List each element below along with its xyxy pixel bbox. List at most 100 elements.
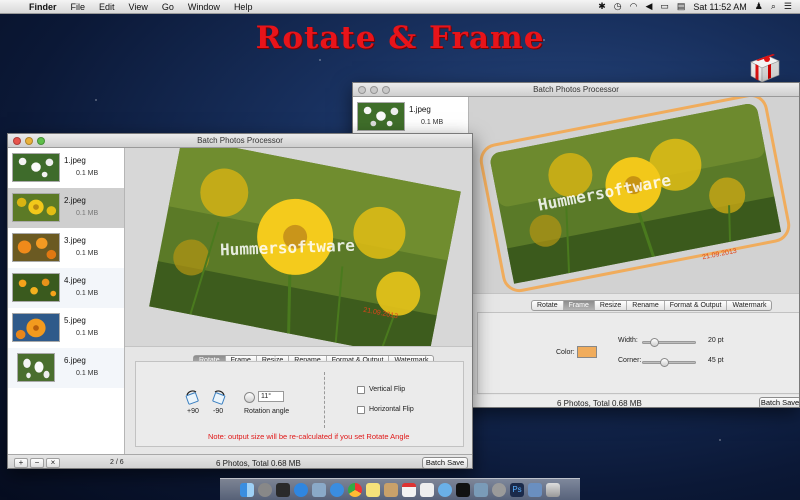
tab-format-output[interactable]: Format & Output [665,301,728,310]
front-window-titlebar[interactable]: Batch Photos Processor [8,134,472,148]
front-photo-list[interactable]: 1.jpeg 0.1 MB 2.jpeg 0.1 MB 3.jpeg 0.1 M… [8,148,125,454]
photo-size: 0.1 MB [76,170,99,177]
batch-save-button[interactable]: Batch Save [422,457,468,468]
tab-watermark[interactable]: Watermark [727,301,771,310]
width-slider-knob[interactable] [650,338,659,347]
minus90-label: -90 [213,408,224,415]
corner-slider-track[interactable] [642,361,696,364]
tab-frame[interactable]: Frame [563,301,595,310]
calendar-dock-icon[interactable] [402,482,416,497]
menu-window[interactable]: Window [181,2,227,12]
list-item[interactable]: 6.jpeg 0.1 MB [8,348,124,388]
promo-title: Rotate & Frame [255,20,545,56]
list-item[interactable]: 1.jpeg 0.1 MB [8,148,124,188]
user-icon[interactable]: ♟ [755,1,763,12]
corner-slider-knob[interactable] [660,358,669,367]
notification-center-icon[interactable]: ☰ [784,1,792,12]
time-machine-icon[interactable]: ◷ [614,1,622,12]
photo-size: 0.1 MB [421,119,444,126]
list-item[interactable]: 3.jpeg 0.1 MB [8,228,124,268]
mail-dock-icon[interactable] [312,482,326,497]
downloads-dock-icon[interactable] [528,482,542,497]
frame-color-well[interactable] [577,346,597,358]
terminal-dock-icon[interactable] [456,482,470,497]
photo-thumbnail [12,233,60,262]
wifi-icon[interactable]: ◠ [630,1,638,12]
dock: Ps [220,478,580,500]
preview-dock-icon[interactable] [474,482,488,497]
app-store-dock-icon[interactable] [294,482,308,497]
back-window-title: Batch Photos Processor [533,85,619,94]
horizontal-flip-checkbox[interactable] [357,406,365,414]
photo-thumbnail [12,153,60,182]
menu-clock[interactable]: Sat 11:52 AM [693,2,746,12]
volume-icon[interactable]: ◀ [645,1,652,12]
photo-size: 0.1 MB [76,370,99,377]
itunes-dock-icon[interactable] [438,482,452,497]
zoom-button[interactable] [37,137,45,145]
reminders-dock-icon[interactable] [420,482,434,497]
photo-name: 4.jpeg [64,276,86,285]
zoom-button[interactable] [382,86,390,94]
menu-edit[interactable]: Edit [92,2,122,12]
mission-control-dock-icon[interactable] [276,482,290,497]
photo-size: 0.1 MB [76,250,99,257]
rotation-angle-field[interactable]: 11° [258,391,284,402]
rotate-minus90-icon[interactable] [211,390,227,406]
clear-photos-button[interactable]: × [46,458,60,468]
front-footer: + − × 2 / 6 6 Photos, Total 0.68 MB Batc… [8,454,472,468]
front-status-text: 6 Photos, Total 0.68 MB [216,459,301,468]
add-photo-button[interactable]: + [14,458,28,468]
remove-photo-button[interactable]: − [30,458,44,468]
bluetooth-icon[interactable]: ✱ [598,1,606,12]
list-item[interactable]: 5.jpeg 0.1 MB [8,308,124,348]
photo-size: 0.1 MB [76,330,99,337]
trash-dock-icon[interactable] [546,482,560,497]
photo-name: 6.jpeg [64,356,86,365]
back-list-item[interactable]: 1.jpeg 0.1 MB [353,97,468,137]
list-item-selected[interactable]: 2.jpeg 0.1 MB [8,188,124,228]
minimize-button[interactable] [370,86,378,94]
close-button[interactable] [13,137,21,145]
battery-icon[interactable]: ▭ [660,1,669,12]
back-window-titlebar[interactable]: Batch Photos Processor [353,83,799,97]
photo-thumbnail [357,102,405,131]
system-preferences-dock-icon[interactable] [492,482,506,497]
back-batch-save-button[interactable]: Batch Save [759,397,799,407]
front-window: Batch Photos Processor 1.jpeg 0.1 MB 2.j… [7,133,473,469]
photo-size: 0.1 MB [76,290,99,297]
tab-resize[interactable]: Resize [595,301,628,310]
photo-name: 2.jpeg [64,196,86,205]
corner-value: 45 pt [708,357,724,364]
photoshop-dock-icon[interactable]: Ps [510,482,524,497]
menu-bar: Finder File Edit View Go Window Help ✱ ◷… [0,0,800,14]
width-label: Width: [618,337,638,344]
rotation-angle-dial[interactable] [244,392,255,403]
frame-panel: Color: Width: 20 pt Corner: 45 pt [477,312,799,394]
rotate-plus90-icon[interactable] [184,390,200,406]
spotlight-search-icon[interactable]: ⌕ [771,1,776,12]
tab-rotate[interactable]: Rotate [532,301,564,310]
corner-label: Corner: [618,357,642,364]
menu-go[interactable]: Go [155,2,181,12]
notes-dock-icon[interactable] [366,482,380,497]
flag-icon[interactable]: ▤ [677,1,686,12]
launchpad-dock-icon[interactable] [258,482,272,497]
rotation-angle-label: Rotation angle [244,408,290,415]
contacts-dock-icon[interactable] [384,482,398,497]
menu-app-name[interactable]: Finder [22,2,64,12]
menu-view[interactable]: View [122,2,155,12]
menu-file[interactable]: File [64,2,93,12]
tab-rename[interactable]: Rename [627,301,665,310]
menu-help[interactable]: Help [227,2,260,12]
app-gift-box-icon[interactable] [748,52,782,84]
vertical-flip-checkbox[interactable] [357,386,365,394]
list-item[interactable]: 4.jpeg 0.1 MB [8,268,124,308]
back-preview: Hummersoftware 21.09.2013 [469,97,799,293]
minimize-button[interactable] [25,137,33,145]
photo-name: 1.jpeg [64,156,86,165]
safari-dock-icon[interactable] [330,482,344,497]
finder-dock-icon[interactable] [240,482,254,497]
chrome-dock-icon[interactable] [348,482,362,497]
close-button[interactable] [358,86,366,94]
